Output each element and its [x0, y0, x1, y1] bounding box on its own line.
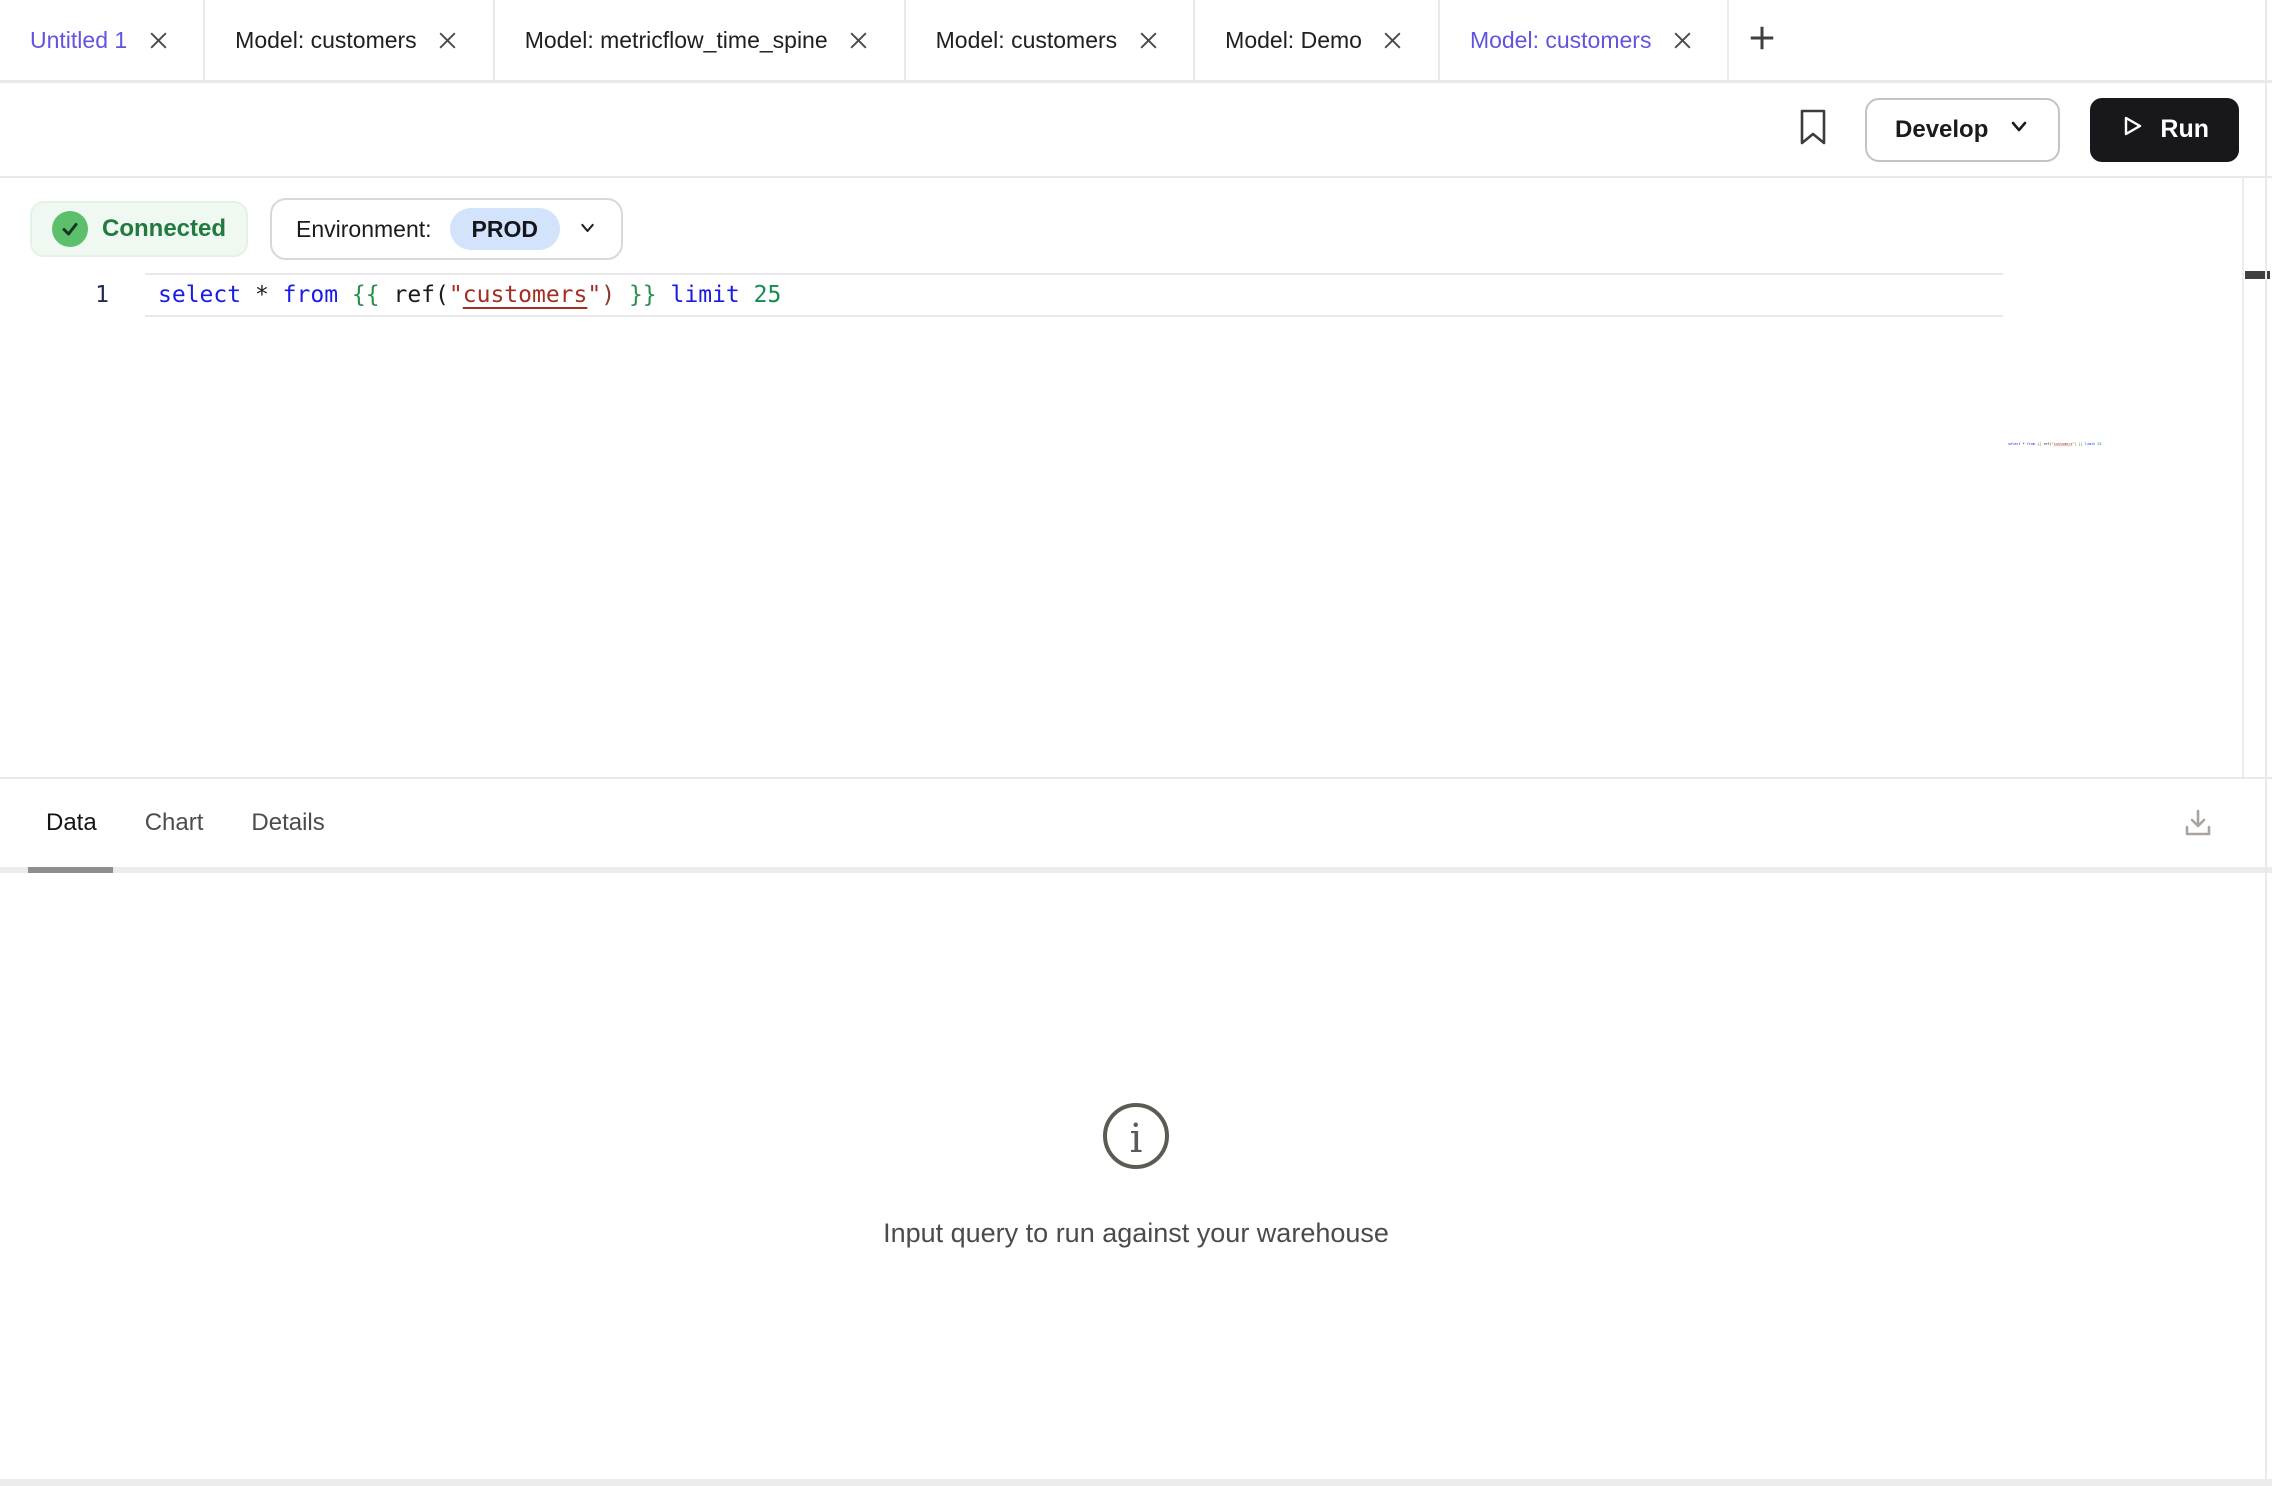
results-tab[interactable]: Details: [251, 809, 324, 837]
bottom-divider: [0, 1479, 2272, 1486]
editor-tab[interactable]: Model: customers: [906, 0, 1196, 80]
close-icon[interactable]: [143, 25, 173, 55]
plus-icon: [1747, 23, 1777, 58]
editor-tab-label: Model: metricflow_time_spine: [525, 27, 828, 54]
editor-tab-label: Model: customers: [936, 27, 1118, 54]
bookmark-button[interactable]: [1791, 108, 1835, 152]
develop-button-label: Develop: [1895, 116, 1988, 144]
chevron-down-icon: [578, 218, 597, 240]
editor-tab[interactable]: Model: Demo: [1195, 0, 1440, 80]
results-panel: Data Chart Details i Input query to run …: [0, 777, 2272, 1479]
run-button[interactable]: Run: [2090, 98, 2239, 162]
chevron-down-icon: [2008, 115, 2030, 144]
editor-scrollbar-track: [2242, 178, 2244, 777]
close-icon[interactable]: [1667, 25, 1697, 55]
editor-status-bar: Connected Environment: PROD: [0, 178, 2272, 260]
play-icon: [2120, 114, 2144, 145]
environment-value-badge: PROD: [450, 208, 560, 250]
main-toolbar: Develop Run: [0, 83, 2272, 178]
results-tab-divider: [0, 867, 2272, 873]
editor-tab[interactable]: Model: customers: [1440, 0, 1730, 80]
results-tab-bar: Data Chart Details: [0, 779, 2272, 867]
results-tab[interactable]: Data: [46, 809, 97, 837]
window-scrollbar-track: [2265, 0, 2267, 1479]
svg-text:i: i: [1130, 1116, 1143, 1162]
editor-minimap[interactable]: select * from {{ ref("customers") }} lim…: [2008, 442, 2248, 462]
download-results-button[interactable]: [2176, 803, 2220, 847]
editor-tab[interactable]: Untitled 1: [0, 0, 205, 80]
bookmark-icon: [1798, 109, 1828, 150]
info-icon: i: [1101, 1101, 1171, 1176]
close-icon[interactable]: [433, 25, 463, 55]
editor-tab-label: Model: customers: [1470, 27, 1652, 54]
empty-state-message: Input query to run against your warehous…: [883, 1218, 1389, 1249]
close-icon[interactable]: [1133, 25, 1163, 55]
results-empty-state: i Input query to run against your wareho…: [0, 1101, 2272, 1249]
line-number: 1: [0, 273, 145, 317]
connection-status-badge: Connected: [30, 201, 248, 257]
sql-editor-panel: Connected Environment: PROD 1 select * f…: [0, 178, 2272, 777]
active-tab-indicator: [28, 867, 113, 873]
editor-tab-label: Model: customers: [235, 27, 417, 54]
editor-tab-label: Model: Demo: [1225, 27, 1362, 54]
editor-tab[interactable]: Model: customers: [205, 0, 495, 80]
develop-dropdown-button[interactable]: Develop: [1865, 98, 2060, 162]
editor-tab-label: Untitled 1: [30, 27, 127, 54]
new-tab-button[interactable]: [1729, 0, 1795, 80]
results-tab[interactable]: Chart: [145, 809, 204, 837]
environment-label: Environment:: [296, 216, 432, 243]
code-line[interactable]: select * from {{ ref("customers") }} lim…: [145, 273, 2003, 317]
close-icon[interactable]: [844, 25, 874, 55]
minimap-code-line: select * from {{ ref("customers") }} lim…: [2008, 442, 2044, 446]
download-icon: [2180, 805, 2216, 846]
run-button-label: Run: [2160, 115, 2209, 144]
environment-selector[interactable]: Environment: PROD: [270, 198, 623, 260]
connection-status-label: Connected: [102, 215, 226, 243]
editor-tab[interactable]: Model: metricflow_time_spine: [495, 0, 906, 80]
editor-tab-bar: Untitled 1 Model: customers Model: metri…: [0, 0, 2272, 83]
close-icon[interactable]: [1378, 25, 1408, 55]
code-line-row: 1 select * from {{ ref("customers") }} l…: [0, 273, 2272, 317]
check-icon: [52, 211, 88, 247]
